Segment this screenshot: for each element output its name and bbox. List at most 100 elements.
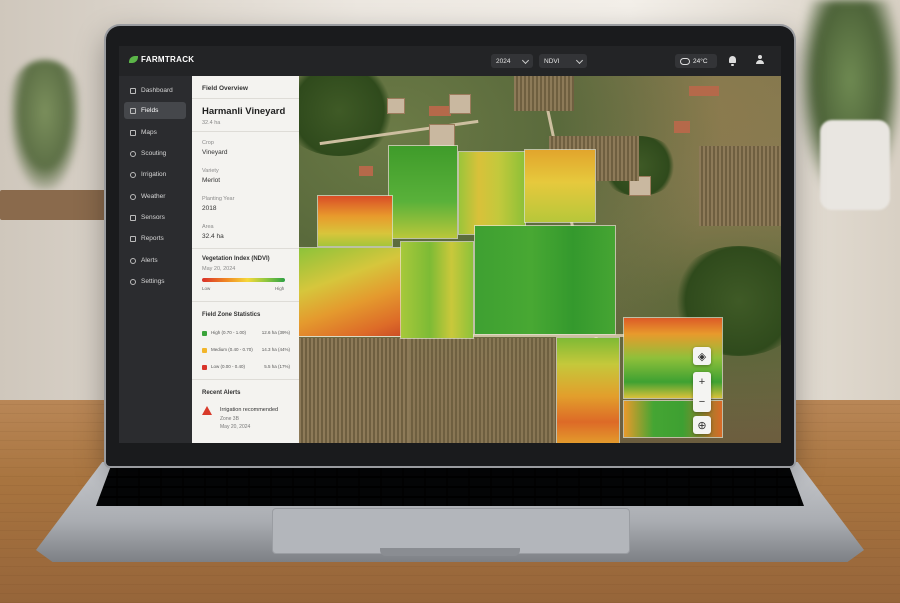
variety-label: Variety: [202, 168, 219, 174]
year-select-value: 2024: [496, 57, 511, 65]
zoom-out-button[interactable]: −: [693, 392, 711, 412]
background-plant: [10, 60, 80, 190]
ndvi-zone-medium[interactable]: [459, 152, 525, 234]
vineyard-plot: [409, 338, 559, 443]
ndvi-title: Vegetation Index (NDVI): [202, 256, 270, 262]
home-icon: [130, 87, 136, 94]
ndvi-legend-bar: [202, 278, 285, 282]
app-name: FARMTRACK: [141, 55, 195, 64]
sidebar-item-label: Settings: [141, 278, 165, 285]
alert-zone: Zone 3B: [220, 416, 239, 422]
bell-icon[interactable]: [729, 56, 736, 66]
area-label: Area: [202, 224, 214, 230]
zone-name: Low (0.00 - 0.40): [211, 364, 246, 369]
building-roof: [429, 106, 451, 116]
zone-name: High (0.70 - 1.00): [211, 330, 247, 335]
gear-icon: [130, 278, 136, 285]
building-roof: [674, 121, 690, 133]
divider: [192, 98, 299, 99]
sensor-icon: [130, 214, 136, 221]
sidebar-item-fields[interactable]: Fields: [124, 102, 186, 119]
locate-button[interactable]: ⊕: [693, 416, 711, 434]
ndvi-zone-medium[interactable]: [401, 242, 473, 338]
app-logo[interactable]: FARMTRACK: [129, 55, 194, 64]
top-bar: FARMTRACK 2024 NDVI 24°C: [119, 46, 781, 77]
ndvi-zone-low[interactable]: [318, 196, 392, 246]
laptop-keyboard: [96, 468, 804, 506]
field-icon: [130, 107, 136, 114]
app-screen: FARMTRACK 2024 NDVI 24°C Dashboard Field…: [119, 46, 781, 443]
sidebar-item-label: Fields: [141, 107, 159, 114]
chevron-down-icon: [521, 56, 530, 64]
ndvi-zone-low[interactable]: [557, 338, 619, 443]
legend-high-label: High: [275, 286, 285, 291]
index-select[interactable]: NDVI: [539, 54, 587, 68]
sidebar-item-dashboard[interactable]: Dashboard: [124, 82, 186, 99]
sidebar-item-scouting[interactable]: Scouting: [124, 145, 186, 162]
building: [429, 124, 455, 148]
vineyard-plot: [699, 146, 781, 226]
sidebar: Dashboard Fields Maps Scouting Irrigatio…: [119, 76, 192, 443]
variety-value: Merlot: [202, 177, 221, 184]
ndvi-zone-low[interactable]: [299, 248, 407, 336]
alert-date: May 20, 2024: [220, 424, 251, 430]
vineyard-plot: [514, 76, 574, 111]
year-select[interactable]: 2024: [491, 54, 533, 68]
building-roof: [359, 166, 373, 176]
layers-button[interactable]: ◈: [693, 347, 711, 365]
planting-year-label: Planting Year: [202, 196, 235, 202]
zone-value: 14.3 ha (44%): [261, 347, 290, 352]
background-vase: [820, 120, 890, 210]
alerts-icon: [130, 257, 136, 264]
divider: [192, 301, 299, 302]
weather-widget[interactable]: 24°C: [675, 54, 717, 68]
zone-row-high: High (0.70 - 1.00) 12.6 ha (39%): [202, 330, 290, 338]
zone-value: 5.5 ha (17%): [264, 364, 290, 369]
vineyard-plot: [299, 338, 409, 443]
ndvi-date: May 20, 2024: [202, 266, 236, 272]
field-name: Harmanli Vineyard: [202, 106, 286, 117]
building: [449, 94, 471, 114]
map-icon: [130, 129, 136, 136]
ndvi-zone-high[interactable]: [389, 146, 457, 238]
sidebar-item-label: Irrigation: [141, 171, 167, 178]
legend-low-label: Low: [202, 286, 211, 291]
sidebar-item-label: Maps: [141, 129, 157, 136]
tree-cluster: [299, 76, 399, 156]
zone-color-swatch: [202, 348, 207, 353]
user-icon[interactable]: [755, 55, 765, 66]
sidebar-item-label: Weather: [141, 193, 166, 200]
zoom-in-button[interactable]: +: [693, 372, 711, 392]
sidebar-item-reports[interactable]: Reports: [124, 230, 186, 247]
ndvi-zone-medium[interactable]: [525, 150, 595, 222]
sidebar-item-label: Reports: [141, 235, 164, 242]
alert-title[interactable]: Irrigation recommended: [220, 407, 278, 413]
leaf-icon: [129, 56, 138, 63]
zone-row-medium: Medium (0.40 - 0.70) 14.3 ha (44%): [202, 347, 290, 355]
divider: [192, 379, 299, 380]
satellite-map[interactable]: ◈ + − ⊕: [299, 76, 781, 443]
recent-alerts-title: Recent Alerts: [202, 390, 241, 396]
sidebar-item-weather[interactable]: Weather: [124, 188, 186, 205]
building-roof: [689, 86, 719, 96]
reports-icon: [130, 235, 136, 242]
sidebar-item-sensors[interactable]: Sensors: [124, 209, 186, 226]
cloud-icon: [680, 57, 690, 65]
sidebar-item-label: Sensors: [141, 214, 165, 221]
ndvi-zone-high[interactable]: [475, 226, 615, 334]
sidebar-item-alerts[interactable]: Alerts: [124, 252, 186, 269]
divider: [192, 131, 299, 132]
chevron-down-icon: [575, 56, 584, 64]
irrigation-icon: [130, 171, 136, 178]
sidebar-item-irrigation[interactable]: Irrigation: [124, 166, 186, 183]
sidebar-item-settings[interactable]: Settings: [124, 273, 186, 290]
divider: [192, 248, 299, 249]
sidebar-item-maps[interactable]: Maps: [124, 124, 186, 141]
planting-year-value: 2018: [202, 205, 217, 212]
crop-label: Crop: [202, 140, 214, 146]
crop-value: Vineyard: [202, 149, 228, 156]
field-area: 32.4 ha: [202, 120, 221, 126]
panel-heading: Field Overview: [202, 85, 248, 92]
sidebar-item-label: Scouting: [141, 150, 167, 157]
zone-value: 12.6 ha (39%): [261, 330, 290, 335]
